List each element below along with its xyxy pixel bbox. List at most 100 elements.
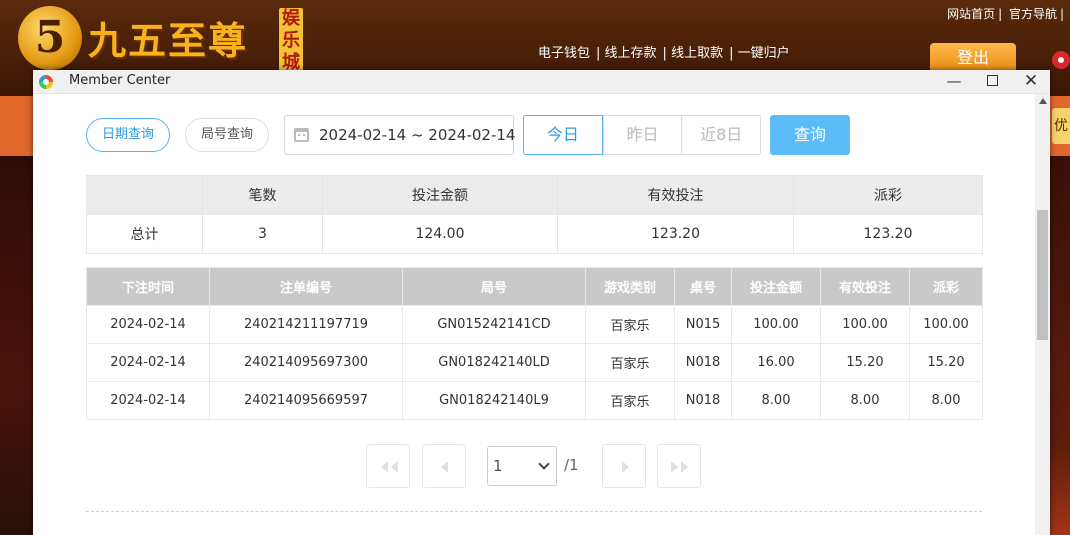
quick-yesterday-button[interactable]: 昨日 bbox=[602, 116, 682, 154]
detail-header-row: 下注时间 注单编号 局号 游戏类别 桌号 投注金额 有效投注 派彩 bbox=[86, 267, 983, 306]
table-cell: 2024-02-14 bbox=[86, 305, 210, 344]
table-row: 2024-02-14 240214095669597 GN018242140L9… bbox=[86, 381, 983, 420]
page-select-value: 1 bbox=[493, 457, 503, 475]
summary-header-cell: 有效投注 bbox=[557, 175, 794, 215]
column-header: 局号 bbox=[402, 267, 586, 306]
table-cell: 百家乐 bbox=[585, 343, 675, 382]
double-chevron-right-icon bbox=[671, 461, 688, 473]
summary-cell: 123.20 bbox=[793, 214, 983, 254]
table-cell: 100.00 bbox=[909, 305, 983, 344]
table-cell: GN018242140L9 bbox=[402, 381, 586, 420]
table-cell: 240214095669597 bbox=[209, 381, 403, 420]
summary-table: 笔数 投注金额 有效投注 派彩 总计 3 124.00 123.20 123.2… bbox=[86, 175, 983, 254]
nav-withdraw[interactable]: 线上取款 bbox=[671, 46, 723, 61]
nav-wallet[interactable]: 电子钱包 bbox=[538, 46, 590, 61]
close-button[interactable]: ✕ bbox=[1012, 70, 1050, 94]
maximize-button[interactable] bbox=[973, 70, 1011, 94]
summary-cell: 3 bbox=[202, 214, 323, 254]
page-total: /1 bbox=[564, 456, 579, 474]
table-row: 2024-02-14 240214095697300 GN018242140LD… bbox=[86, 343, 983, 382]
table-cell: 8.00 bbox=[820, 381, 910, 420]
tab-date-query[interactable]: 日期查询 bbox=[86, 118, 170, 152]
summary-total-row: 总计 3 124.00 123.20 123.20 bbox=[86, 214, 983, 254]
table-cell: 百家乐 bbox=[585, 305, 675, 344]
table-cell: 2024-02-14 bbox=[86, 381, 210, 420]
top-link-nav[interactable]: 官方导航 bbox=[1009, 7, 1057, 21]
scroll-up-arrow-icon[interactable] bbox=[1039, 98, 1047, 104]
table-cell: 8.00 bbox=[731, 381, 821, 420]
calendar-icon bbox=[294, 128, 309, 142]
table-cell: 15.20 bbox=[820, 343, 910, 382]
nav-deposit[interactable]: 线上存款 bbox=[605, 46, 657, 61]
prev-page-button[interactable] bbox=[422, 444, 466, 488]
chevron-down-icon bbox=[538, 458, 550, 470]
logo-mark: 5 bbox=[18, 6, 82, 70]
table-cell: N015 bbox=[674, 305, 732, 344]
column-header: 桌号 bbox=[674, 267, 732, 306]
summary-header-row: 笔数 投注金额 有效投注 派彩 bbox=[86, 175, 983, 215]
logo-text: 九五至尊 bbox=[88, 18, 249, 63]
double-chevron-left-icon bbox=[381, 461, 398, 473]
table-cell: GN018242140LD bbox=[402, 343, 586, 382]
first-page-button[interactable] bbox=[366, 444, 410, 488]
summary-cell: 123.20 bbox=[557, 214, 794, 254]
summary-cell: 124.00 bbox=[322, 214, 558, 254]
table-cell: 240214095697300 bbox=[209, 343, 403, 382]
last-page-button[interactable] bbox=[657, 444, 701, 488]
table-cell: 百家乐 bbox=[585, 381, 675, 420]
maximize-icon bbox=[986, 74, 998, 86]
date-range-input[interactable]: 2024-02-14 ~ 2024-02-14 bbox=[284, 115, 516, 155]
main-nav: 电子钱包 | 线上存款 | 线上取款 | 一键归户 bbox=[538, 46, 790, 61]
summary-header-cell: 投注金额 bbox=[322, 175, 558, 215]
table-row: 2024-02-14 240214211197719 GN015242141CD… bbox=[86, 305, 983, 344]
summary-header-cell bbox=[86, 175, 203, 215]
column-header: 游戏类别 bbox=[585, 267, 675, 306]
scroll-thumb[interactable] bbox=[1037, 210, 1048, 340]
flag-icon[interactable] bbox=[1052, 51, 1070, 69]
bet-detail-table: 下注时间 注单编号 局号 游戏类别 桌号 投注金额 有效投注 派彩 2024-0… bbox=[86, 267, 983, 420]
column-header: 派彩 bbox=[909, 267, 983, 306]
quick-last8days-button[interactable]: 近8日 bbox=[681, 116, 760, 154]
window-title: Member Center bbox=[69, 73, 171, 88]
table-cell: GN015242141CD bbox=[402, 305, 586, 344]
window-titlebar[interactable]: Member Center — ✕ bbox=[33, 70, 1050, 94]
table-cell: 2024-02-14 bbox=[86, 343, 210, 382]
divider bbox=[86, 511, 982, 512]
next-page-button[interactable] bbox=[602, 444, 646, 488]
table-cell: 100.00 bbox=[820, 305, 910, 344]
chevron-right-icon bbox=[622, 461, 629, 473]
minimize-button[interactable]: — bbox=[935, 70, 973, 94]
top-link-home[interactable]: 网站首页 bbox=[947, 7, 995, 21]
top-links: 网站首页 | 官方导航 | bbox=[947, 7, 1064, 21]
nav-merge[interactable]: 一键归户 bbox=[738, 46, 790, 61]
column-header: 下注时间 bbox=[86, 267, 210, 306]
summary-cell: 总计 bbox=[86, 214, 203, 254]
table-cell: N018 bbox=[674, 343, 732, 382]
date-range-value: 2024-02-14 ~ 2024-02-14 bbox=[319, 126, 516, 144]
page-select[interactable]: 1 bbox=[487, 446, 557, 486]
side-promo-tab[interactable]: 优 bbox=[1052, 108, 1070, 144]
tab-round-query[interactable]: 局号查询 bbox=[185, 118, 269, 152]
table-cell: 240214211197719 bbox=[209, 305, 403, 344]
column-header: 有效投注 bbox=[820, 267, 910, 306]
quick-today-button[interactable]: 今日 bbox=[523, 115, 603, 155]
column-header: 注单编号 bbox=[209, 267, 403, 306]
table-cell: 100.00 bbox=[731, 305, 821, 344]
query-button[interactable]: 查询 bbox=[770, 115, 850, 155]
logout-button[interactable]: 登出 bbox=[930, 43, 1016, 73]
table-cell: N018 bbox=[674, 381, 732, 420]
quick-date-group: 今日 昨日 近8日 bbox=[523, 115, 761, 155]
table-cell: 16.00 bbox=[731, 343, 821, 382]
site-right-edge bbox=[1050, 96, 1070, 535]
summary-header-cell: 笔数 bbox=[202, 175, 323, 215]
table-cell: 8.00 bbox=[909, 381, 983, 420]
table-cell: 15.20 bbox=[909, 343, 983, 382]
summary-header-cell: 派彩 bbox=[793, 175, 983, 215]
column-header: 投注金额 bbox=[731, 267, 821, 306]
member-center-window: Member Center — ✕ 日期查询 局号查询 2024-02-14 ~… bbox=[33, 70, 1050, 535]
window-content: 日期查询 局号查询 2024-02-14 ~ 2024-02-14 今日 昨日 … bbox=[33, 94, 1035, 535]
logo-tag: 娱乐城 bbox=[279, 8, 303, 74]
vertical-scrollbar[interactable] bbox=[1035, 94, 1050, 535]
app-icon bbox=[39, 75, 53, 89]
chevron-left-icon bbox=[441, 461, 448, 473]
